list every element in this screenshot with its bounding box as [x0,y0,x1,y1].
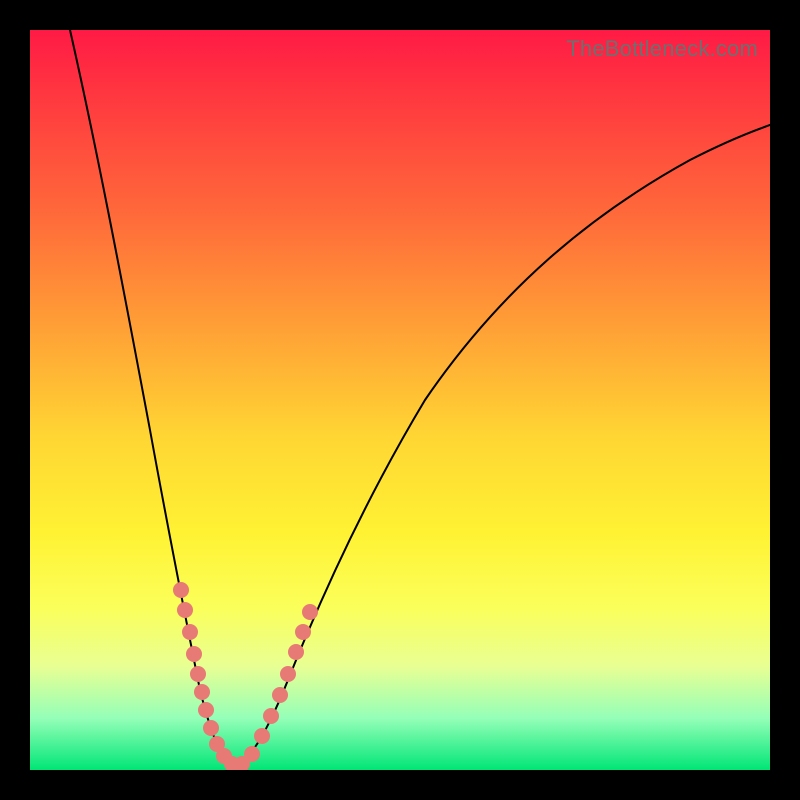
marker-dot [186,646,202,662]
marker-dot [203,720,219,736]
chart-area: TheBottleneck.com [30,30,770,770]
bottleneck-curve-path [70,30,770,765]
marker-group [173,582,318,770]
bottleneck-curve-svg [30,30,770,770]
marker-dot [198,702,214,718]
marker-dot [263,708,279,724]
marker-dot [302,604,318,620]
marker-dot [295,624,311,640]
marker-dot [244,746,260,762]
marker-dot [254,728,270,744]
marker-dot [173,582,189,598]
marker-dot [288,644,304,660]
marker-dot [177,602,193,618]
watermark-label: TheBottleneck.com [566,36,758,62]
marker-dot [280,666,296,682]
marker-dot [272,687,288,703]
marker-dot [190,666,206,682]
marker-dot [182,624,198,640]
marker-dot [194,684,210,700]
